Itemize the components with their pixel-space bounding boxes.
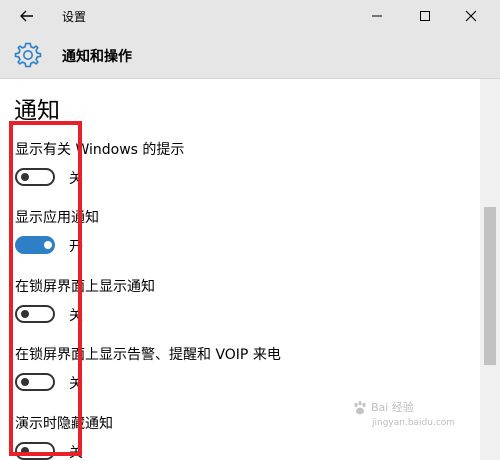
setting-label-windows-tips: 显示有关 Windows 的提示 <box>15 142 185 158</box>
watermark-url: jingyan.baidu.com <box>372 418 456 428</box>
state-app-notifications: 开 <box>69 239 83 255</box>
close-icon <box>465 10 477 22</box>
toggle-knob <box>21 310 29 318</box>
toggle-lock-screen-notifications[interactable] <box>15 305 55 323</box>
paw-icon <box>354 401 366 415</box>
toggle-knob <box>21 173 29 181</box>
back-button[interactable] <box>10 4 44 28</box>
watermark-brand: Bai 经验 <box>371 401 414 414</box>
toggle-windows-tips[interactable] <box>15 168 55 186</box>
maximize-button[interactable] <box>402 0 448 32</box>
toggle-knob <box>21 378 29 386</box>
page-title: 通知和操作 <box>62 49 132 65</box>
setting-label-lock-screen-notifications: 在锁屏界面上显示通知 <box>15 279 155 295</box>
setting-label-hide-during-presentation: 演示时隐藏通知 <box>15 416 113 432</box>
toggle-knob <box>44 241 52 249</box>
state-lock-screen-alarms: 关 <box>69 376 83 392</box>
section-title: 通知 <box>14 98 60 124</box>
maximize-icon <box>420 11 430 21</box>
toggle-app-notifications[interactable] <box>15 236 55 254</box>
setting-label-app-notifications: 显示应用通知 <box>15 210 99 226</box>
watermark: Bai 经验 jingyan.baidu.com <box>352 400 478 442</box>
toggle-hide-during-presentation[interactable] <box>15 442 55 460</box>
title-bar: 设置 <box>0 0 500 32</box>
toggle-lock-screen-alarms[interactable] <box>15 373 55 391</box>
setting-label-lock-screen-alarms: 在锁屏界面上显示告警、提醒和 VOIP 来电 <box>15 347 281 363</box>
state-windows-tips: 关 <box>69 171 83 187</box>
window-title: 设置 <box>62 10 87 24</box>
state-lock-screen-notifications: 关 <box>69 308 83 324</box>
minimize-button[interactable] <box>354 0 400 32</box>
vertical-scrollbar[interactable] <box>480 79 500 460</box>
toggle-knob <box>21 447 29 455</box>
close-button[interactable] <box>448 0 494 32</box>
state-hide-during-presentation: 关 <box>69 445 83 460</box>
settings-window: 设置 通知和操作 通知 显示有关 Windows 的提示 关 显示应用通知 开 … <box>0 0 500 460</box>
back-arrow-icon <box>20 10 33 22</box>
page-header: 通知和操作 <box>0 32 500 79</box>
minimize-icon <box>372 15 382 17</box>
gear-icon <box>14 42 42 68</box>
scrollbar-thumb[interactable] <box>484 207 496 365</box>
